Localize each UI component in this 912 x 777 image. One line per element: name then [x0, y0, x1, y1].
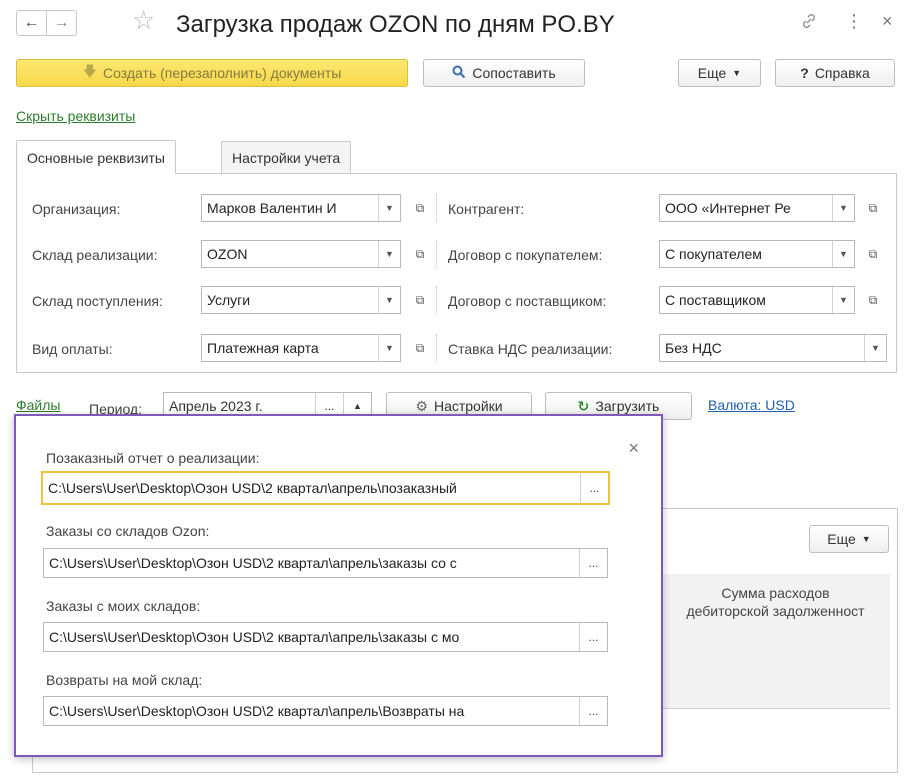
refresh-icon: ↻ [577, 397, 590, 414]
help-icon: ? [800, 65, 809, 81]
tab-accounting-settings[interactable]: Настройки учета [221, 141, 352, 173]
settings-label: Настройки [433, 398, 503, 414]
browse-button[interactable]: ... [580, 473, 608, 503]
open-icon[interactable]: ⧉ [862, 286, 884, 314]
organization-field[interactable]: Марков Валентин И ▼ [201, 194, 401, 222]
chevron-down-icon[interactable]: ▼ [378, 335, 400, 361]
chevron-down-icon[interactable]: ▼ [864, 335, 886, 361]
chevron-down-icon[interactable]: ▼ [832, 195, 854, 221]
returns-label: Возвраты на мой склад: [46, 672, 203, 688]
separator [436, 334, 437, 362]
my-warehouse-orders-path: C:\Users\User\Desktop\Озон USD\2 квартал… [49, 629, 460, 645]
menu-icon[interactable]: ⋮ [845, 11, 863, 32]
close-icon[interactable]: × [882, 11, 893, 32]
returns-field[interactable]: C:\Users\User\Desktop\Озон USD\2 квартал… [43, 696, 608, 726]
browse-button[interactable]: ... [579, 549, 607, 577]
browse-button[interactable]: ... [579, 697, 607, 725]
close-icon[interactable]: × [628, 438, 639, 459]
create-documents-label: Создать (перезаполнить) документы [103, 65, 342, 81]
sales-warehouse-field[interactable]: OZON ▼ [201, 240, 401, 268]
arrow-right-icon: → [53, 14, 70, 31]
vat-rate-label: Ставка НДС реализации: [448, 341, 613, 357]
payment-type-label: Вид оплаты: [32, 341, 113, 357]
column-header-expenses[interactable]: Сумма расходов дебиторской задолженност [660, 574, 890, 709]
chevron-down-icon: ▼ [861, 534, 871, 544]
payment-type-value: Платежная карта [207, 340, 319, 356]
chevron-down-icon[interactable]: ▼ [378, 195, 400, 221]
chevron-down-icon[interactable]: ▼ [832, 287, 854, 313]
chevron-down-icon: ▼ [732, 68, 742, 78]
separator [436, 194, 437, 222]
returns-path: C:\Users\User\Desktop\Озон USD\2 квартал… [49, 703, 465, 719]
payment-type-field[interactable]: Платежная карта ▼ [201, 334, 401, 362]
period-value: Апрель 2023 г. [169, 398, 263, 414]
column-header-line2: дебиторской задолженност [686, 603, 865, 619]
buyer-contract-label: Договор с покупателем: [448, 247, 603, 263]
hide-details-link[interactable]: Скрыть реквизиты [16, 108, 135, 124]
organization-label: Организация: [32, 201, 121, 217]
currency-link[interactable]: Валюта: USD [708, 397, 795, 413]
create-documents-button[interactable]: 🡇 Создать (перезаполнить) документы [16, 59, 408, 87]
counterparty-value: ООО «Интернет Ре [665, 200, 791, 216]
separator [436, 240, 437, 268]
forward-button[interactable]: → [46, 10, 77, 36]
browse-button[interactable]: ... [579, 623, 607, 651]
favorite-star-icon[interactable]: ☆ [132, 7, 155, 33]
link-icon-svg [803, 14, 815, 28]
supplier-contract-label: Договор с поставщиком: [448, 293, 607, 309]
open-icon[interactable]: ⧉ [409, 240, 431, 268]
arrow-left-icon: ← [23, 14, 40, 31]
more-label: Еще [697, 65, 727, 81]
compare-label: Сопоставить [472, 65, 556, 81]
table-more-label: Еще [827, 531, 856, 547]
sales-warehouse-label: Склад реализации: [32, 247, 158, 263]
chevron-down-icon[interactable]: ▼ [378, 287, 400, 313]
back-button[interactable]: ← [16, 10, 47, 36]
receipt-warehouse-label: Склад поступления: [32, 293, 163, 309]
ozon-warehouse-orders-label: Заказы со складов Ozon: [46, 523, 210, 539]
table-more-button[interactable]: Еще ▼ [809, 525, 889, 553]
supplier-contract-value: С поставщиком [665, 292, 766, 308]
supplier-contract-field[interactable]: С поставщиком ▼ [659, 286, 855, 314]
my-warehouse-orders-label: Заказы с моих складов: [46, 598, 201, 614]
open-icon[interactable]: ⧉ [862, 194, 884, 222]
files-link[interactable]: Файлы [16, 397, 60, 413]
order-report-field[interactable]: C:\Users\User\Desktop\Озон USD\2 квартал… [41, 471, 610, 505]
counterparty-field[interactable]: ООО «Интернет Ре ▼ [659, 194, 855, 222]
open-icon[interactable]: ⧉ [409, 286, 431, 314]
chevron-down-icon[interactable]: ▼ [832, 241, 854, 267]
vat-rate-value: Без НДС [665, 340, 722, 356]
buyer-contract-value: С покупателем [665, 246, 762, 262]
compare-button[interactable]: Сопоставить [423, 59, 585, 87]
receipt-warehouse-field[interactable]: Услуги ▼ [201, 286, 401, 314]
tab-main-details[interactable]: Основные реквизиты [16, 140, 176, 174]
organization-value: Марков Валентин И [207, 200, 337, 216]
counterparty-label: Контрагент: [448, 201, 525, 217]
window-title: Загрузка продаж OZON по дням PO.BY [176, 11, 615, 38]
receipt-warehouse-value: Услуги [207, 292, 251, 308]
vat-rate-field[interactable]: Без НДС ▼ [659, 334, 887, 362]
buyer-contract-field[interactable]: С покупателем ▼ [659, 240, 855, 268]
link-icon[interactable] [800, 12, 818, 35]
help-button[interactable]: ? Справка [775, 59, 895, 87]
more-button[interactable]: Еще ▼ [678, 59, 761, 87]
open-icon[interactable]: ⧉ [409, 334, 431, 362]
help-label: Справка [814, 65, 870, 81]
files-popup: × Позаказный отчет о реализации: C:\User… [14, 414, 663, 757]
search-icon [452, 65, 466, 82]
order-report-label: Позаказный отчет о реализации: [46, 450, 260, 466]
open-icon[interactable]: ⧉ [862, 240, 884, 268]
arrow-down-icon: 🡇 [82, 63, 98, 79]
ozon-warehouse-orders-field[interactable]: C:\Users\User\Desktop\Озон USD\2 квартал… [43, 548, 608, 578]
separator [436, 286, 437, 314]
order-report-path: C:\Users\User\Desktop\Озон USD\2 квартал… [48, 480, 457, 496]
load-label: Загрузить [595, 398, 660, 414]
open-icon[interactable]: ⧉ [409, 194, 431, 222]
ozon-warehouse-orders-path: C:\Users\User\Desktop\Озон USD\2 квартал… [49, 555, 457, 571]
sales-warehouse-value: OZON [207, 246, 248, 262]
chevron-down-icon[interactable]: ▼ [378, 241, 400, 267]
gear-icon: ⚙ [415, 397, 428, 414]
my-warehouse-orders-field[interactable]: C:\Users\User\Desktop\Озон USD\2 квартал… [43, 622, 608, 652]
column-header-line1: Сумма расходов [721, 585, 830, 601]
